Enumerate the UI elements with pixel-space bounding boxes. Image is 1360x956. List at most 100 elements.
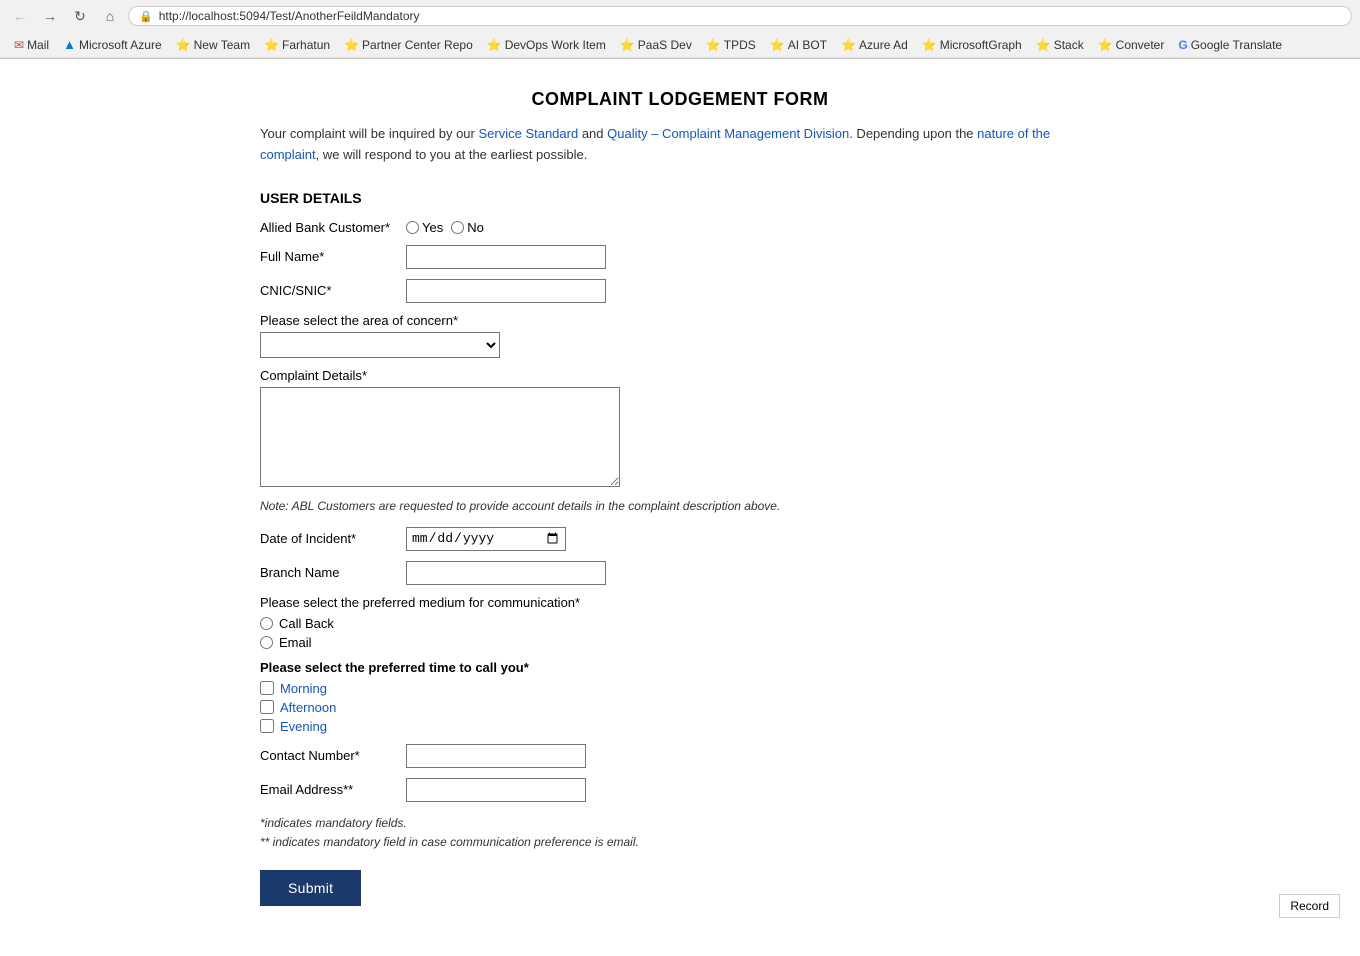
area-concern-row: Please select the area of concern* Accou… bbox=[260, 313, 1100, 358]
bookmark-google-translate-label: Google Translate bbox=[1191, 38, 1282, 52]
browser-toolbar: ← → ↻ ⌂ 🔒 http://localhost:5094/Test/Ano… bbox=[0, 0, 1360, 32]
morning-option[interactable]: Morning bbox=[260, 681, 1100, 696]
call-back-option[interactable]: Call Back bbox=[260, 616, 1100, 631]
home-button[interactable]: ⌂ bbox=[98, 4, 122, 28]
email-option[interactable]: Email bbox=[260, 635, 1100, 650]
azure-icon: ▲ bbox=[63, 37, 76, 52]
bookmark-azure-ad[interactable]: ⭐ Azure Ad bbox=[835, 36, 914, 54]
lock-icon: 🔒 bbox=[139, 10, 153, 23]
bookmark-conveter-label: Conveter bbox=[1116, 38, 1165, 52]
bookmark-paas-dev[interactable]: ⭐ PaaS Dev bbox=[614, 36, 698, 54]
preferred-time-row: Please select the preferred time to call… bbox=[260, 660, 1100, 734]
afternoon-checkbox[interactable] bbox=[260, 700, 274, 714]
bookmark-new-team-label: New Team bbox=[194, 38, 250, 52]
ms-graph-icon: ⭐ bbox=[922, 38, 937, 52]
afternoon-option[interactable]: Afternoon bbox=[260, 700, 1100, 715]
afternoon-label: Afternoon bbox=[280, 700, 336, 715]
record-button[interactable]: Record bbox=[1279, 894, 1340, 918]
allied-bank-row: Allied Bank Customer* Yes No bbox=[260, 220, 1100, 235]
tpds-icon: ⭐ bbox=[706, 38, 721, 52]
contact-number-label: Contact Number* bbox=[260, 748, 400, 763]
conveter-icon: ⭐ bbox=[1098, 38, 1113, 52]
complaint-details-label: Complaint Details* bbox=[260, 368, 1100, 383]
bookmarks-bar: ✉ Mail ▲ Microsoft Azure ⭐ New Team ⭐ Fa… bbox=[0, 32, 1360, 58]
bookmark-ai-bot[interactable]: ⭐ AI BOT bbox=[764, 36, 833, 54]
communication-radio-group: Call Back Email bbox=[260, 616, 1100, 650]
branch-name-input[interactable] bbox=[406, 561, 606, 585]
stack-icon: ⭐ bbox=[1036, 38, 1051, 52]
full-name-row: Full Name* bbox=[260, 245, 1100, 269]
preferred-time-group: Morning Afternoon Evening bbox=[260, 681, 1100, 734]
complaint-mgmt-link[interactable]: Quality – Complaint Management Division bbox=[607, 126, 849, 141]
bookmark-partner-center[interactable]: ⭐ Partner Center Repo bbox=[338, 36, 479, 54]
email-address-row: Email Address** bbox=[260, 778, 1100, 802]
date-incident-input[interactable] bbox=[406, 527, 566, 551]
call-back-label: Call Back bbox=[279, 616, 334, 631]
email-comm-label: Email bbox=[279, 635, 312, 650]
bookmark-devops[interactable]: ⭐ DevOps Work Item bbox=[481, 36, 612, 54]
back-button[interactable]: ← bbox=[8, 4, 32, 28]
bookmark-new-team[interactable]: ⭐ New Team bbox=[170, 36, 256, 54]
evening-checkbox[interactable] bbox=[260, 719, 274, 733]
submit-button[interactable]: Submit bbox=[260, 870, 361, 906]
evening-label: Evening bbox=[280, 719, 327, 734]
bookmark-azure[interactable]: ▲ Microsoft Azure bbox=[57, 35, 168, 54]
date-incident-label: Date of Incident* bbox=[260, 531, 400, 546]
form-container: COMPLAINT LODGEMENT FORM Your complaint … bbox=[230, 79, 1130, 916]
email-address-label: Email Address** bbox=[260, 782, 400, 797]
complaint-details-textarea[interactable] bbox=[260, 387, 620, 487]
bookmark-ai-bot-label: AI BOT bbox=[788, 38, 827, 52]
morning-checkbox[interactable] bbox=[260, 681, 274, 695]
bookmark-google-translate[interactable]: G Google Translate bbox=[1172, 36, 1288, 54]
bookmark-azure-ad-label: Azure Ad bbox=[859, 38, 908, 52]
browser-chrome: ← → ↻ ⌂ 🔒 http://localhost:5094/Test/Ano… bbox=[0, 0, 1360, 59]
contact-number-row: Contact Number* bbox=[260, 744, 1100, 768]
call-back-radio[interactable] bbox=[260, 617, 273, 630]
bookmark-tpds[interactable]: ⭐ TPDS bbox=[700, 36, 762, 54]
evening-option[interactable]: Evening bbox=[260, 719, 1100, 734]
morning-label: Morning bbox=[280, 681, 327, 696]
footnote-1: *indicates mandatory fields. bbox=[260, 814, 1100, 833]
bookmark-farhatun[interactable]: ⭐ Farhatun bbox=[258, 36, 336, 54]
bookmark-stack[interactable]: ⭐ Stack bbox=[1030, 36, 1090, 54]
forward-button[interactable]: → bbox=[38, 4, 62, 28]
allied-bank-yes-option[interactable]: Yes bbox=[406, 220, 443, 235]
bookmark-mail[interactable]: ✉ Mail bbox=[8, 36, 55, 54]
bookmark-ms-graph[interactable]: ⭐ MicrosoftGraph bbox=[916, 36, 1028, 54]
allied-bank-no-option[interactable]: No bbox=[451, 220, 484, 235]
cnic-label: CNIC/SNIC* bbox=[260, 283, 400, 298]
date-incident-row: Date of Incident* bbox=[260, 527, 1100, 551]
form-title: COMPLAINT LODGEMENT FORM bbox=[260, 89, 1100, 110]
address-bar[interactable]: 🔒 http://localhost:5094/Test/AnotherFeil… bbox=[128, 6, 1352, 26]
mail-icon: ✉ bbox=[14, 38, 24, 52]
bookmark-azure-label: Microsoft Azure bbox=[79, 38, 162, 52]
farhatun-icon: ⭐ bbox=[264, 38, 279, 52]
email-address-input[interactable] bbox=[406, 778, 586, 802]
branch-name-label: Branch Name bbox=[260, 565, 400, 580]
branch-name-row: Branch Name bbox=[260, 561, 1100, 585]
submit-row: Submit bbox=[260, 852, 1100, 906]
email-radio[interactable] bbox=[260, 636, 273, 649]
bookmark-devops-label: DevOps Work Item bbox=[505, 38, 606, 52]
footnotes: *indicates mandatory fields. ** indicate… bbox=[260, 814, 1100, 852]
allied-bank-no-label: No bbox=[467, 220, 484, 235]
complaint-details-row: Complaint Details* bbox=[260, 368, 1100, 487]
bookmark-conveter[interactable]: ⭐ Conveter bbox=[1092, 36, 1171, 54]
allied-bank-no-radio[interactable] bbox=[451, 221, 464, 234]
devops-icon: ⭐ bbox=[487, 38, 502, 52]
azure-ad-icon: ⭐ bbox=[841, 38, 856, 52]
section-title: USER DETAILS bbox=[260, 190, 1100, 206]
communication-label: Please select the preferred medium for c… bbox=[260, 595, 1100, 610]
cnic-input[interactable] bbox=[406, 279, 606, 303]
note-text: Note: ABL Customers are requested to pro… bbox=[260, 497, 1100, 515]
contact-number-input[interactable] bbox=[406, 744, 586, 768]
service-standard-link[interactable]: Service Standard bbox=[478, 126, 578, 141]
allied-bank-yes-radio[interactable] bbox=[406, 221, 419, 234]
bookmark-partner-center-label: Partner Center Repo bbox=[362, 38, 473, 52]
refresh-button[interactable]: ↻ bbox=[68, 4, 92, 28]
full-name-input[interactable] bbox=[406, 245, 606, 269]
area-concern-label: Please select the area of concern* bbox=[260, 313, 1100, 328]
area-concern-select[interactable]: Account Services Card Services Internet … bbox=[260, 332, 500, 358]
allied-bank-yes-label: Yes bbox=[422, 220, 443, 235]
bookmark-ms-graph-label: MicrosoftGraph bbox=[940, 38, 1022, 52]
